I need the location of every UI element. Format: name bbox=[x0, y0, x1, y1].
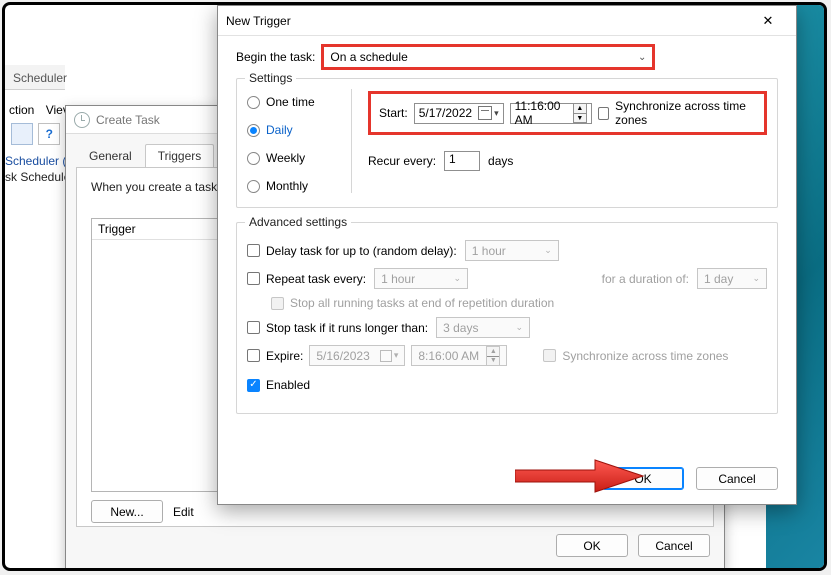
settings-group: Settings One time Daily Weekly Monthly S… bbox=[236, 78, 778, 208]
recur-unit: days bbox=[488, 154, 513, 168]
start-time-value: 11:16:00 AM bbox=[515, 99, 569, 127]
create-task-cancel-button[interactable]: Cancel bbox=[638, 534, 710, 557]
start-row: Start: 5/17/2022 ▾ 11:16:00 AM ▲▼ Synchr… bbox=[368, 91, 767, 135]
create-task-title: Create Task bbox=[96, 113, 160, 127]
sync-tz-checkbox[interactable]: Synchronize across time zones bbox=[598, 99, 756, 127]
recur-input[interactable]: 1 bbox=[444, 151, 480, 171]
radio-daily[interactable]: Daily bbox=[247, 123, 335, 137]
repeat-combo: 1 hour⌄ bbox=[374, 268, 468, 289]
tree-item-scheduler[interactable]: Scheduler (L bbox=[5, 153, 73, 169]
begin-task-value: On a schedule bbox=[330, 50, 407, 64]
repeat-label: Repeat task every: bbox=[266, 272, 366, 286]
time-spinner: ▲▼ bbox=[486, 346, 500, 366]
clock-icon bbox=[74, 112, 90, 128]
repeat-dur-combo: 1 day⌄ bbox=[697, 268, 767, 289]
delay-combo: 1 hour⌄ bbox=[465, 240, 559, 261]
close-icon[interactable]: ✕ bbox=[748, 8, 788, 34]
settings-legend: Settings bbox=[245, 71, 296, 85]
time-spinner[interactable]: ▲▼ bbox=[573, 103, 587, 123]
create-task-ok-button[interactable]: OK bbox=[556, 534, 628, 557]
radio-onetime[interactable]: One time bbox=[247, 95, 335, 109]
chevron-down-icon[interactable]: ▾ bbox=[494, 108, 499, 119]
begin-task-label: Begin the task: bbox=[236, 50, 315, 64]
radio-weekly[interactable]: Weekly bbox=[247, 151, 335, 165]
start-label: Start: bbox=[379, 106, 408, 120]
help-icon[interactable] bbox=[38, 123, 60, 145]
radio-daily-label: Daily bbox=[266, 123, 293, 137]
tab-general[interactable]: General bbox=[76, 144, 145, 167]
start-time-field[interactable]: 11:16:00 AM ▲▼ bbox=[510, 103, 592, 124]
calendar-icon bbox=[478, 106, 492, 120]
chevron-down-icon: ⌄ bbox=[638, 52, 646, 63]
new-button[interactable]: New... bbox=[91, 500, 163, 523]
expire-label: Expire: bbox=[266, 349, 303, 363]
tree-item-library[interactable]: sk Schedule bbox=[5, 169, 73, 185]
repeat-dur-label: for a duration of: bbox=[602, 272, 689, 286]
repeat-checkbox[interactable]: Repeat task every: bbox=[247, 272, 366, 286]
start-date-value: 5/17/2022 bbox=[419, 106, 472, 120]
scheduler-menu: ction Viev bbox=[5, 101, 73, 119]
start-date-field[interactable]: 5/17/2022 ▾ bbox=[414, 103, 504, 124]
sync-tz-label: Synchronize across time zones bbox=[615, 99, 756, 127]
toolbar-icon[interactable] bbox=[11, 123, 33, 145]
new-trigger-title: New Trigger bbox=[226, 14, 291, 28]
tree: Scheduler (L sk Schedule bbox=[5, 153, 73, 185]
expire-date-field: 5/16/2023▾ bbox=[309, 345, 405, 366]
stop-longer-combo: 3 days⌄ bbox=[436, 317, 530, 338]
scheduler-title: Scheduler bbox=[5, 65, 65, 90]
radio-monthly-label: Monthly bbox=[266, 179, 308, 193]
menu-action[interactable]: ction bbox=[5, 101, 38, 119]
ok-button[interactable]: OK bbox=[602, 467, 684, 490]
repeat-stop-checkbox: Stop all running tasks at end of repetit… bbox=[271, 296, 554, 310]
delay-label: Delay task for up to (random delay): bbox=[266, 244, 457, 258]
expire-time-field: 8:16:00 AM ▲▼ bbox=[411, 345, 507, 366]
recur-label: Recur every: bbox=[368, 154, 436, 168]
advanced-group: Advanced settings Delay task for up to (… bbox=[236, 222, 778, 414]
advanced-legend: Advanced settings bbox=[245, 215, 351, 229]
expire-sync-checkbox: Synchronize across time zones bbox=[543, 349, 728, 363]
enabled-label: Enabled bbox=[266, 378, 310, 392]
stop-longer-label: Stop task if it runs longer than: bbox=[266, 321, 428, 335]
enabled-checkbox[interactable]: Enabled bbox=[247, 378, 310, 392]
begin-task-combo[interactable]: On a schedule ⌄ bbox=[323, 46, 653, 68]
radio-monthly[interactable]: Monthly bbox=[247, 179, 335, 193]
stop-longer-checkbox[interactable]: Stop task if it runs longer than: bbox=[247, 321, 428, 335]
radio-onetime-label: One time bbox=[266, 95, 315, 109]
expire-sync-label: Synchronize across time zones bbox=[562, 349, 728, 363]
edit-button[interactable]: Edit bbox=[173, 500, 194, 523]
delay-checkbox[interactable]: Delay task for up to (random delay): bbox=[247, 244, 457, 258]
tab-triggers[interactable]: Triggers bbox=[145, 144, 215, 167]
radio-weekly-label: Weekly bbox=[266, 151, 305, 165]
new-trigger-dialog: New Trigger ✕ Begin the task: On a sched… bbox=[217, 5, 797, 505]
expire-checkbox[interactable]: Expire: bbox=[247, 349, 303, 363]
cancel-button[interactable]: Cancel bbox=[696, 467, 778, 490]
repeat-stop-label: Stop all running tasks at end of repetit… bbox=[290, 296, 554, 310]
